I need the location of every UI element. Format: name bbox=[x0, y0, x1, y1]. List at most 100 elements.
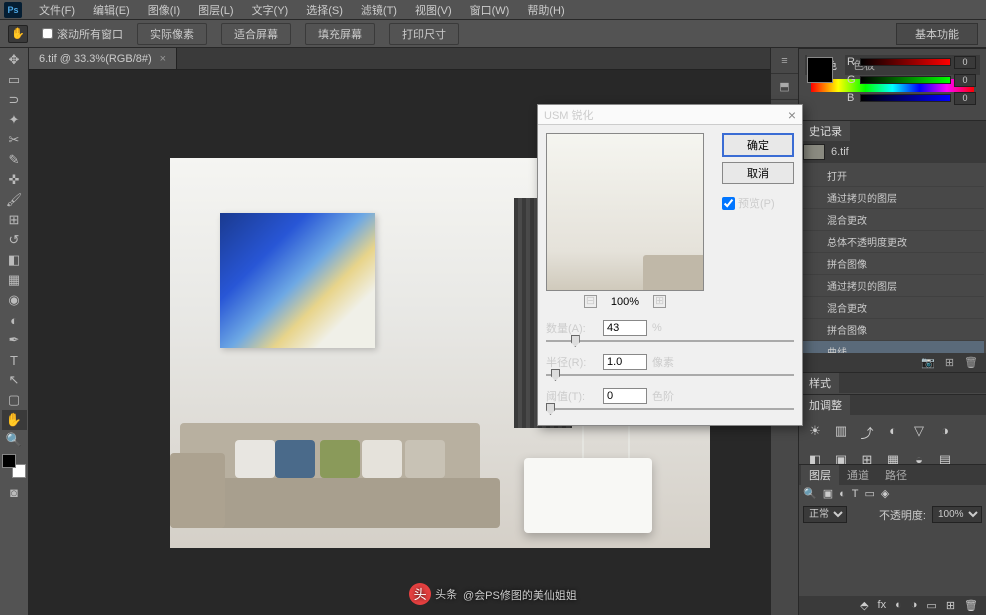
document-tab[interactable]: 6.tif @ 33.3%(RGB/8#) × bbox=[29, 48, 177, 69]
g-slider[interactable] bbox=[860, 76, 951, 84]
b-value[interactable]: 0 bbox=[954, 92, 976, 105]
wand-tool[interactable]: ✦ bbox=[2, 110, 27, 130]
menu-select[interactable]: 选择(S) bbox=[297, 0, 352, 20]
strip-icon[interactable]: ≡ bbox=[771, 48, 798, 74]
eraser-tool[interactable]: ◧ bbox=[2, 250, 27, 270]
history-brush-tool[interactable]: ↺ bbox=[2, 230, 27, 250]
dialog-titlebar[interactable]: USM 锐化 × bbox=[538, 105, 802, 125]
preview-image[interactable] bbox=[546, 133, 704, 291]
gradient-tool[interactable]: ▦ bbox=[2, 270, 27, 290]
history-item[interactable]: 混合更改 bbox=[801, 297, 984, 319]
quickmask-toggle[interactable]: ◙ bbox=[2, 482, 27, 502]
actual-pixels-button[interactable]: 实际像素 bbox=[137, 23, 207, 45]
ok-button[interactable]: 确定 bbox=[722, 133, 794, 157]
menu-layer[interactable]: 图层(L) bbox=[189, 0, 242, 20]
type-tool[interactable]: T bbox=[2, 350, 27, 370]
path-tool[interactable]: ↖ bbox=[2, 370, 27, 390]
camera-icon[interactable]: 📷 bbox=[921, 356, 935, 369]
adj-levels-icon[interactable]: ▥ bbox=[833, 423, 849, 442]
b-slider[interactable] bbox=[860, 94, 951, 102]
cancel-button[interactable]: 取消 bbox=[722, 162, 794, 184]
menu-type[interactable]: 文字(Y) bbox=[243, 0, 298, 20]
close-icon[interactable]: × bbox=[788, 107, 796, 123]
trash-icon[interactable]: 🗑 bbox=[964, 356, 978, 369]
menu-image[interactable]: 图像(I) bbox=[139, 0, 189, 20]
crop-tool[interactable]: ✂ bbox=[2, 130, 27, 150]
print-size-button[interactable]: 打印尺寸 bbox=[389, 23, 459, 45]
amount-slider[interactable] bbox=[546, 340, 794, 342]
filter-smart-icon[interactable]: ◈ bbox=[881, 487, 889, 500]
eyedropper-tool[interactable]: ✎ bbox=[2, 150, 27, 170]
adj-hue-icon[interactable]: ◑ bbox=[937, 423, 953, 442]
hand-tool[interactable]: ✋ bbox=[2, 410, 27, 430]
new-layer-icon[interactable]: ⊞ bbox=[946, 599, 955, 612]
tab-paths[interactable]: 路径 bbox=[877, 465, 915, 485]
color-swatches[interactable] bbox=[2, 454, 26, 478]
history-snapshot[interactable]: 6.tif bbox=[799, 141, 986, 163]
delete-icon[interactable]: 🗑 bbox=[964, 599, 978, 612]
history-item[interactable]: 通过拷贝的图层 bbox=[801, 275, 984, 297]
adj-brightness-icon[interactable]: ☀ bbox=[807, 423, 823, 442]
shape-tool[interactable]: ▢ bbox=[2, 390, 27, 410]
fill-screen-button[interactable]: 填充屏幕 bbox=[305, 23, 375, 45]
filter-kind-icon[interactable]: 🔍 bbox=[803, 487, 817, 500]
adjust-icon[interactable]: ◑ bbox=[911, 599, 918, 612]
threshold-slider[interactable] bbox=[546, 408, 794, 410]
adj-curves-icon[interactable]: ⤴ bbox=[859, 423, 875, 442]
radius-slider[interactable] bbox=[546, 374, 794, 376]
strip-icon[interactable]: ⬒ bbox=[771, 74, 798, 100]
opacity-select[interactable]: 100% bbox=[932, 506, 982, 523]
r-slider[interactable] bbox=[860, 58, 951, 66]
history-item[interactable]: 拼合图像 bbox=[801, 319, 984, 341]
tab-adjustments[interactable]: 加调整 bbox=[801, 395, 850, 415]
menu-file[interactable]: 文件(F) bbox=[30, 0, 84, 20]
new-icon[interactable]: ⊞ bbox=[945, 356, 954, 369]
adj-vibrance-icon[interactable]: ▽ bbox=[911, 423, 927, 442]
menu-view[interactable]: 视图(V) bbox=[406, 0, 461, 20]
filter-shape-icon[interactable]: ▭ bbox=[865, 487, 875, 500]
radius-input[interactable] bbox=[603, 354, 647, 370]
pen-tool[interactable]: ✒ bbox=[2, 330, 27, 350]
amount-input[interactable] bbox=[603, 320, 647, 336]
history-item[interactable]: 拼合图像 bbox=[801, 253, 984, 275]
zoom-in-button[interactable]: ⊞ bbox=[653, 295, 666, 308]
fit-screen-button[interactable]: 适合屏幕 bbox=[221, 23, 291, 45]
marquee-tool[interactable]: ▭ bbox=[2, 70, 27, 90]
group-icon[interactable]: ▭ bbox=[926, 599, 936, 612]
workspace-selector[interactable]: 基本功能 bbox=[896, 23, 978, 45]
g-value[interactable]: 0 bbox=[954, 74, 976, 87]
filter-type-icon[interactable]: T bbox=[852, 488, 859, 500]
tab-layers[interactable]: 图层 bbox=[801, 465, 839, 485]
blend-mode-select[interactable]: 正常 bbox=[803, 506, 847, 523]
tab-history[interactable]: 史记录 bbox=[801, 121, 850, 141]
history-item[interactable]: 混合更改 bbox=[801, 209, 984, 231]
history-item[interactable]: 打开 bbox=[801, 165, 984, 187]
preview-checkbox[interactable]: 预览(P) bbox=[722, 195, 794, 211]
tab-styles[interactable]: 样式 bbox=[801, 373, 839, 393]
menu-edit[interactable]: 编辑(E) bbox=[84, 0, 139, 20]
adj-exposure-icon[interactable]: ◐ bbox=[885, 423, 901, 442]
move-tool[interactable]: ✥ bbox=[2, 50, 27, 70]
close-tab-icon[interactable]: × bbox=[160, 53, 166, 65]
foreground-swatch[interactable] bbox=[807, 57, 833, 83]
lasso-tool[interactable]: ⊃ bbox=[2, 90, 27, 110]
history-item[interactable]: 曲线 bbox=[801, 341, 984, 353]
menu-window[interactable]: 窗口(W) bbox=[461, 0, 519, 20]
brush-tool[interactable]: 🖌 bbox=[2, 190, 27, 210]
heal-tool[interactable]: ✜ bbox=[2, 170, 27, 190]
r-value[interactable]: 0 bbox=[954, 56, 976, 69]
filter-adj-icon[interactable]: ◐ bbox=[839, 488, 846, 500]
history-item[interactable]: 总体不透明度更改 bbox=[801, 231, 984, 253]
dodge-tool[interactable]: ◐ bbox=[2, 310, 27, 330]
tab-channels[interactable]: 通道 bbox=[839, 465, 877, 485]
blur-tool[interactable]: ◉ bbox=[2, 290, 27, 310]
scroll-all-checkbox[interactable]: 滚动所有窗口 bbox=[42, 26, 123, 42]
history-item[interactable]: 通过拷贝的图层 bbox=[801, 187, 984, 209]
zoom-tool[interactable]: 🔍 bbox=[2, 430, 27, 450]
hand-tool-icon[interactable]: ✋ bbox=[8, 25, 28, 43]
mask-icon[interactable]: ◐ bbox=[895, 599, 902, 612]
zoom-out-button[interactable]: ⊟ bbox=[584, 295, 597, 308]
filter-pixel-icon[interactable]: ▣ bbox=[823, 487, 833, 500]
threshold-input[interactable] bbox=[603, 388, 647, 404]
menu-help[interactable]: 帮助(H) bbox=[518, 0, 573, 20]
